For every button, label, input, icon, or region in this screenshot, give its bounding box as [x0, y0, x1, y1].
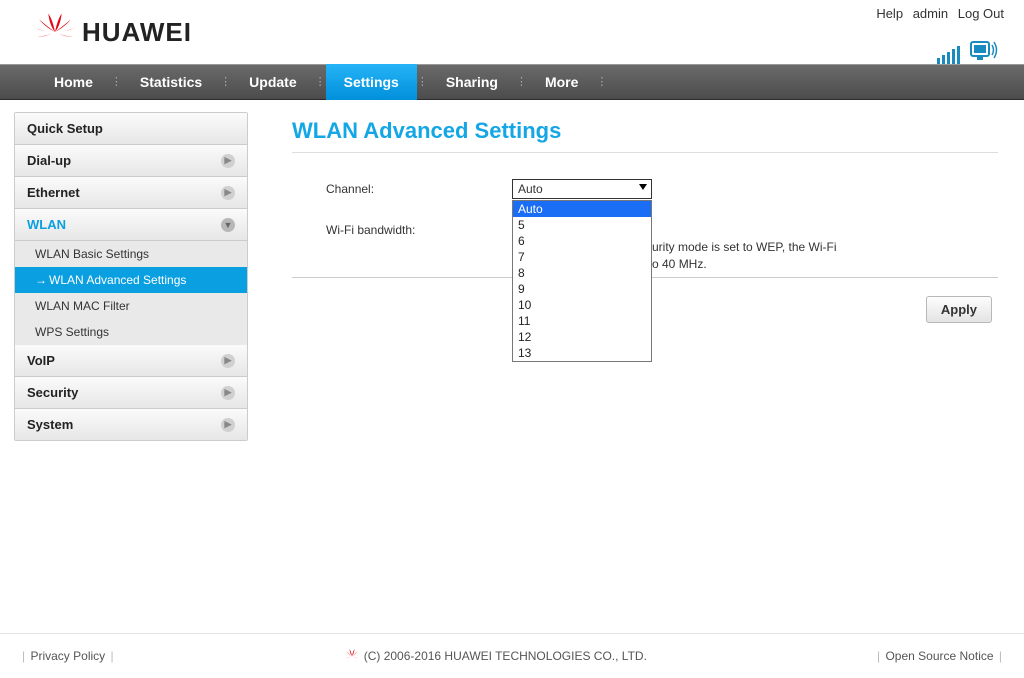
monitor-wifi-icon [970, 39, 998, 64]
sidebar-wlan-mac[interactable]: WLAN MAC Filter [15, 293, 247, 319]
channel-option-8[interactable]: 8 [513, 265, 651, 281]
channel-select-value: Auto [518, 182, 543, 196]
dropdown-triangle-icon [639, 184, 647, 190]
footer: | Privacy Policy | (C) 2006-2016 HUAWEI … [0, 633, 1024, 664]
channel-option-13[interactable]: 13 [513, 345, 651, 361]
sidebar-system[interactable]: System ▶ [15, 409, 247, 440]
sidebar-quick-setup[interactable]: Quick Setup [15, 113, 247, 145]
nav-statistics[interactable]: Statistics [122, 64, 220, 100]
sidebar-wlan-submenu: WLAN Basic Settings →WLAN Advanced Setti… [15, 241, 247, 345]
sidebar-wlan-wps[interactable]: WPS Settings [15, 319, 247, 345]
help-text: urity mode is set to WEP, the Wi-Fi o 40… [652, 239, 837, 274]
sidebar-security[interactable]: Security ▶ [15, 377, 247, 409]
chevron-right-icon: ▶ [221, 354, 235, 368]
logout-link[interactable]: Log Out [958, 6, 1004, 21]
apply-button[interactable]: Apply [926, 296, 992, 323]
admin-link[interactable]: admin [913, 6, 948, 21]
sidebar: Quick Setup Dial-up ▶ Ethernet ▶ WLAN ▼ … [14, 112, 248, 441]
nav-sharing[interactable]: Sharing [428, 64, 516, 100]
sidebar-voip[interactable]: VoIP ▶ [15, 345, 247, 377]
channel-option-12[interactable]: 12 [513, 329, 651, 345]
top-nav: Home ⋮ Statistics ⋮ Update ⋮ Settings ⋮ … [0, 64, 1024, 100]
privacy-policy-link[interactable]: Privacy Policy [30, 649, 105, 663]
open-source-link[interactable]: Open Source Notice [885, 649, 993, 663]
channel-option-5[interactable]: 5 [513, 217, 651, 233]
huawei-logo-icon [34, 12, 76, 52]
channel-dropdown[interactable]: Auto 5 6 7 8 9 10 11 12 13 [512, 200, 652, 362]
sidebar-wlan-advanced[interactable]: →WLAN Advanced Settings [15, 267, 247, 293]
main-panel: WLAN Advanced Settings Channel: Auto Wi-… [268, 112, 1010, 441]
huawei-footer-icon [344, 648, 360, 664]
chevron-right-icon: ▶ [221, 386, 235, 400]
signal-strength-icon [937, 46, 960, 64]
page-title: WLAN Advanced Settings [292, 118, 998, 153]
chevron-down-icon: ▼ [221, 218, 235, 232]
sidebar-dialup[interactable]: Dial-up ▶ [15, 145, 247, 177]
channel-option-auto[interactable]: Auto [513, 201, 651, 217]
chevron-right-icon: ▶ [221, 186, 235, 200]
help-link[interactable]: Help [876, 6, 903, 21]
header-links: Help admin Log Out [870, 6, 1004, 21]
bandwidth-label: Wi-Fi bandwidth: [326, 223, 512, 237]
sidebar-wlan-basic[interactable]: WLAN Basic Settings [15, 241, 247, 267]
sidebar-wlan[interactable]: WLAN ▼ [15, 209, 247, 241]
channel-label: Channel: [326, 182, 512, 196]
copyright-text: (C) 2006-2016 HUAWEI TECHNOLOGIES CO., L… [364, 649, 647, 663]
channel-select[interactable]: Auto [512, 179, 652, 199]
chevron-right-icon: ▶ [221, 154, 235, 168]
nav-update[interactable]: Update [231, 64, 314, 100]
channel-option-10[interactable]: 10 [513, 297, 651, 313]
nav-more[interactable]: More [527, 64, 596, 100]
brand-text: HUAWEI [82, 17, 192, 48]
channel-option-7[interactable]: 7 [513, 249, 651, 265]
channel-option-11[interactable]: 11 [513, 313, 651, 329]
logo: HUAWEI [20, 6, 192, 64]
channel-option-6[interactable]: 6 [513, 233, 651, 249]
arrow-right-icon: → [35, 273, 47, 287]
chevron-right-icon: ▶ [221, 418, 235, 432]
channel-option-9[interactable]: 9 [513, 281, 651, 297]
nav-home[interactable]: Home [36, 64, 111, 100]
sidebar-ethernet[interactable]: Ethernet ▶ [15, 177, 247, 209]
nav-settings[interactable]: Settings [326, 64, 417, 100]
